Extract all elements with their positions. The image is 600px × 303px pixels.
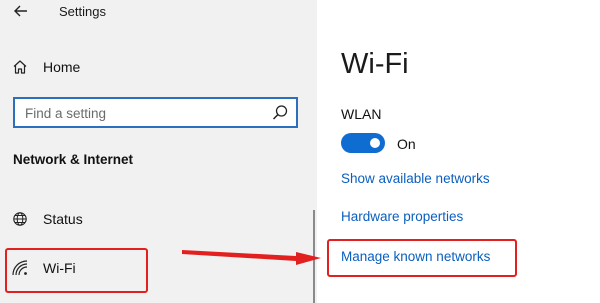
wlan-toggle[interactable] xyxy=(341,133,385,153)
search-input[interactable] xyxy=(25,104,255,122)
sidebar-item-status[interactable]: Status xyxy=(0,202,300,236)
home-icon xyxy=(10,57,30,77)
sidebar-scrollbar[interactable] xyxy=(313,210,315,303)
hardware-properties-link[interactable]: Hardware properties xyxy=(341,209,463,224)
sidebar-item-label: Home xyxy=(43,59,81,75)
sidebar-item-label: Status xyxy=(43,211,83,227)
globe-icon xyxy=(10,209,30,229)
section-heading: Network & Internet xyxy=(13,152,134,167)
back-button[interactable] xyxy=(10,2,32,20)
toggle-knob xyxy=(370,138,380,148)
sidebar-item-home[interactable]: Home xyxy=(0,50,300,84)
show-available-networks-link[interactable]: Show available networks xyxy=(341,171,490,186)
search-icon[interactable] xyxy=(272,104,289,121)
wlan-toggle-state: On xyxy=(397,136,416,152)
manage-networks-highlight-box xyxy=(327,239,517,277)
page-title: Wi-Fi xyxy=(341,48,409,80)
window-title: Settings xyxy=(59,4,106,19)
search-box[interactable] xyxy=(13,97,298,128)
wlan-label: WLAN xyxy=(341,106,382,122)
back-arrow-icon xyxy=(14,5,27,17)
wifi-highlight-box xyxy=(5,248,148,293)
